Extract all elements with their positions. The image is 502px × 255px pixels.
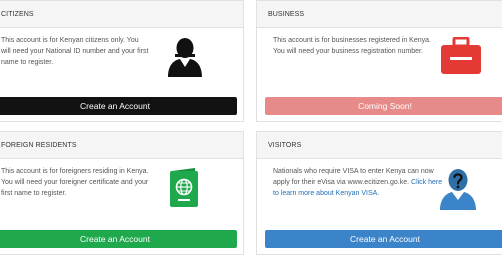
citizens-create-account-button[interactable]: Create an Account xyxy=(0,97,237,115)
business-card-description: This account is for businesses registere… xyxy=(273,37,431,55)
visitors-card-description: Nationals who require VISA to enter Keny… xyxy=(273,166,443,199)
business-card-title: BUSINESS xyxy=(257,1,502,28)
foreign-residents-create-account-button[interactable]: Create an Account xyxy=(0,230,237,248)
foreign-residents-card: FOREIGN RESIDENTS This account is for fo… xyxy=(0,131,244,255)
visitors-card: VISITORS Nationals who require VISA to e… xyxy=(256,131,502,255)
foreign-residents-card-description: This account is for foreigners residing … xyxy=(1,168,149,197)
visitor-question-icon xyxy=(440,169,476,210)
visitors-create-account-button[interactable]: Create an Account xyxy=(265,230,502,248)
foreign-residents-card-title: FOREIGN RESIDENTS xyxy=(0,132,243,159)
briefcase-icon xyxy=(441,37,481,74)
passport-icon xyxy=(170,168,198,207)
citizens-card: CITIZENS This account is for Kenyan citi… xyxy=(0,0,244,122)
citizens-card-description: This account is for Kenyan citizens only… xyxy=(1,37,149,66)
citizens-card-title: CITIZENS xyxy=(0,1,243,28)
visitors-card-text: Nationals who require VISA to enter Keny… xyxy=(273,168,434,186)
business-card: BUSINESS This account is for businesses … xyxy=(256,0,502,122)
person-silhouette-icon xyxy=(168,38,202,77)
visitors-card-title: VISITORS xyxy=(257,132,502,159)
business-coming-soon-button[interactable]: Coming Soon! xyxy=(265,97,502,115)
